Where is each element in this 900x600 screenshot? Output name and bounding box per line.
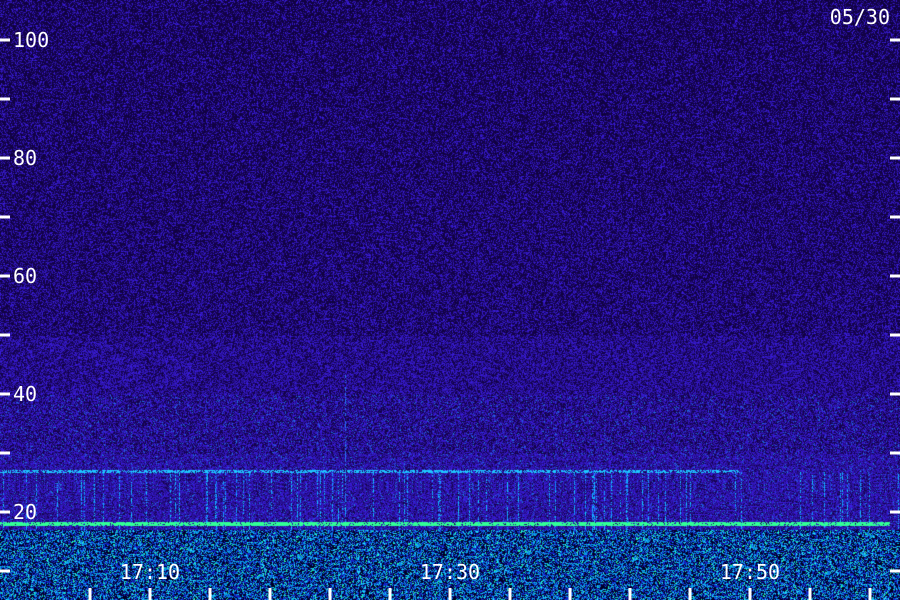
spectrogram-chart: 20 40 60 80 100 17:10 17:30 17:50 05/30: [0, 0, 900, 600]
y-tick-label: 20: [13, 500, 37, 524]
y-tick-label: 80: [13, 146, 37, 170]
y-tick-label: 40: [13, 382, 37, 406]
x-tick-label: 17:30: [420, 560, 480, 584]
x-tick-label: 17:10: [120, 560, 180, 584]
y-tick-label: 60: [13, 264, 37, 288]
y-tick-label: 100: [13, 28, 49, 52]
chart-axes: 20 40 60 80 100 17:10 17:30 17:50 05/30: [0, 5, 900, 600]
x-tick-label: 17:50: [720, 560, 780, 584]
date-label: 05/30: [830, 5, 890, 29]
